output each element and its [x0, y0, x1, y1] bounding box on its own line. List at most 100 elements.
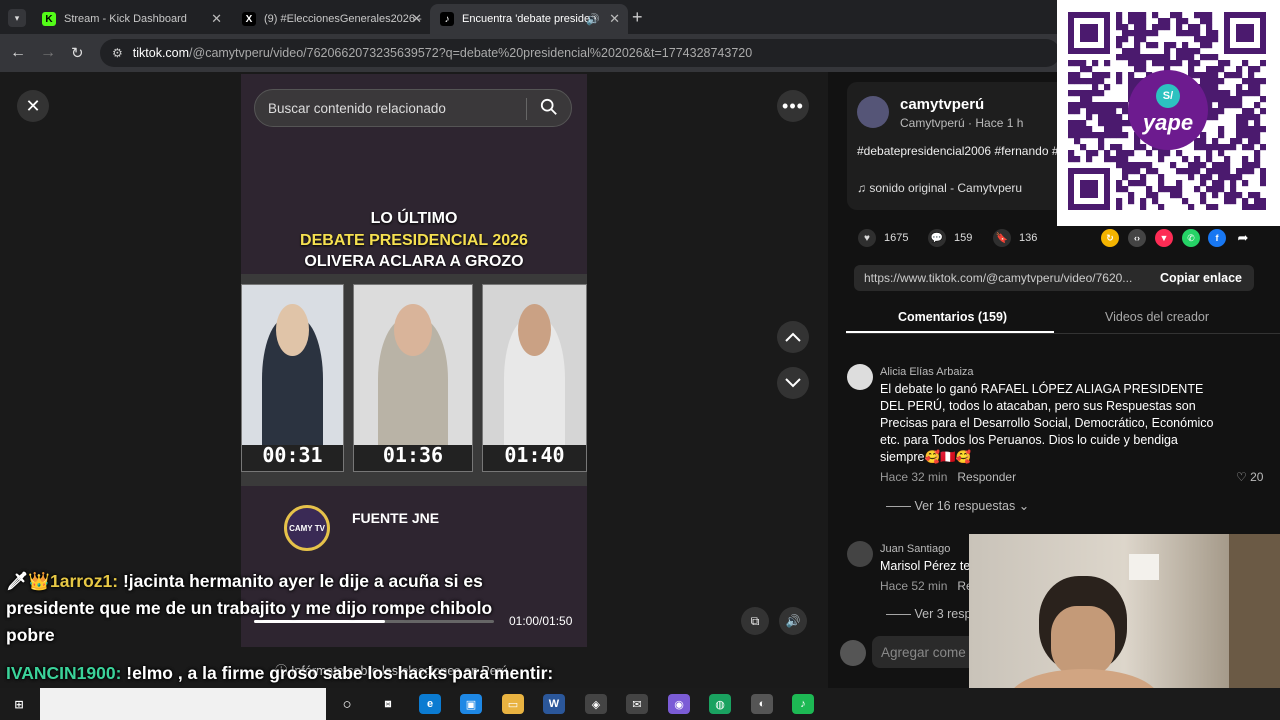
comment-icon: 💬 — [928, 229, 946, 247]
creator-name[interactable]: camytvperú — [900, 96, 984, 113]
back-arrow-icon[interactable]: ← — [10, 44, 26, 62]
view-replies-button[interactable]: —— Ver 3 resp — [886, 607, 971, 621]
new-tab-button[interactable]: + — [632, 7, 643, 28]
creator-subtitle: Camytvperú · Hace 1 h — [900, 116, 1024, 130]
comment-meta: Hace 52 min Re — [880, 579, 973, 593]
comment-count: 159 — [954, 232, 973, 244]
browser-tab-kick[interactable]: K Stream - Kick Dashboard ✕ — [32, 4, 230, 34]
forward-arrow-icon[interactable]: → — [40, 44, 56, 62]
tab-title: (9) #EleccionesGenerales2026 - — [264, 13, 422, 25]
send-icon[interactable]: ▼ — [1155, 229, 1173, 247]
next-video-button[interactable] — [777, 367, 809, 399]
search-icon[interactable] — [540, 98, 558, 116]
yape-badge-label: S/ — [1156, 84, 1180, 108]
file-explorer-icon[interactable]: ▭ — [502, 694, 524, 714]
word-icon[interactable]: W — [543, 694, 565, 714]
sound-label: sonido original - Camytvperu — [869, 181, 1023, 195]
picture-in-picture-icon[interactable]: ⧉ — [741, 607, 769, 635]
creator-avatar[interactable] — [857, 96, 889, 128]
spotify-icon[interactable]: ♪ — [792, 694, 814, 714]
save-count: 136 — [1019, 232, 1038, 244]
active-tab-indicator — [846, 331, 1054, 333]
store-icon[interactable]: ▣ — [460, 694, 482, 714]
close-tab-icon[interactable]: ✕ — [609, 11, 620, 27]
browser-tab-x[interactable]: X (9) #EleccionesGenerales2026 - ✕ — [232, 4, 430, 34]
like-button[interactable]: ♥ 1675 — [858, 229, 908, 247]
reply-button[interactable]: Responder — [957, 470, 1016, 484]
task-view-icon[interactable]: ⧈ — [377, 694, 399, 714]
heart-icon: ♥ — [858, 229, 876, 247]
close-tab-icon[interactable]: ✕ — [411, 11, 422, 27]
chevron-down-icon — [785, 378, 801, 388]
whatsapp-icon[interactable]: ✆ — [1182, 229, 1200, 247]
heart-outline-icon: ♡ — [1236, 470, 1251, 484]
bookmark-icon: 🔖 — [993, 229, 1011, 247]
cortana-icon[interactable]: ○ — [336, 694, 358, 714]
search-divider — [526, 98, 527, 120]
facebook-icon[interactable]: f — [1208, 229, 1226, 247]
tab-title: Stream - Kick Dashboard — [64, 13, 187, 25]
repost-icon[interactable]: ↻ — [1101, 229, 1119, 247]
chrome-icon[interactable]: ◍ — [709, 694, 731, 714]
x-icon: X — [242, 12, 256, 26]
tiktok-icon: ♪ — [440, 12, 454, 26]
tab-search-menu[interactable]: ▾ — [8, 9, 26, 27]
tab-comments[interactable]: Comentarios (159) — [898, 310, 1007, 324]
comment-text: Marisol Pérez te — [880, 559, 970, 573]
search-placeholder: Buscar contenido relacionado — [268, 100, 446, 116]
more-options-icon[interactable]: ••• — [777, 90, 809, 122]
obs-icon[interactable]: ◐ — [751, 694, 773, 714]
volume-icon[interactable]: 🔊 — [779, 607, 807, 635]
commenter-name[interactable]: Juan Santiago — [880, 543, 950, 555]
reload-icon[interactable]: ↻ — [71, 44, 84, 62]
related-search-input[interactable]: Buscar contenido relacionado — [254, 89, 572, 127]
camy-tv-logo: CAMY TV — [284, 505, 330, 551]
edge-icon[interactable]: e — [419, 694, 441, 714]
speaker-icon[interactable]: 🔊 — [586, 13, 600, 26]
video-title-line3: OLIVERA ACLARA A GROZO — [304, 253, 524, 270]
chat-username: IVANCIN1900: — [6, 663, 122, 683]
share-arrow-icon[interactable]: ➦ — [1234, 229, 1252, 247]
taskbar-search-box[interactable] — [40, 688, 326, 720]
messenger-icon[interactable]: ◉ — [668, 694, 690, 714]
chevron-up-icon — [785, 332, 801, 342]
view-replies-button[interactable]: —— Ver 16 respuestas ⌄ — [886, 498, 1029, 513]
post-sound[interactable]: ♫ sonido original - Camytvperu — [857, 181, 1022, 195]
windows-start-icon[interactable]: ⊞ — [8, 694, 30, 714]
candidate-panel-3: 01:40 — [482, 284, 587, 472]
candidate-panel-1: 00:31 — [241, 284, 344, 472]
like-count: 1675 — [884, 232, 909, 244]
comment-time: Hace 52 min — [880, 579, 948, 593]
comment-like-button[interactable]: ♡ 20 — [1236, 470, 1263, 484]
comment-time: Hace 32 min — [880, 470, 948, 484]
timer-1: 00:31 — [262, 443, 323, 467]
video-frame[interactable]: LO ÚLTIMO DEBATE PRESIDENCIAL 2026 OLIVE… — [241, 74, 587, 647]
video-time: 01:00/01:50 — [509, 614, 573, 628]
post-hashtags[interactable]: #debatepresidencial2006 #fernando #notic… — [857, 143, 1057, 159]
timer-3: 01:40 — [504, 443, 565, 467]
commenter-avatar[interactable] — [847, 364, 873, 390]
close-icon[interactable]: ✕ — [17, 90, 49, 122]
commenter-name[interactable]: Alicia Elías Arbaiza — [880, 366, 974, 378]
commenter-avatar[interactable] — [847, 541, 873, 567]
previous-video-button[interactable] — [777, 321, 809, 353]
site-info-icon[interactable]: ⚙ — [112, 46, 123, 60]
video-source-label: FUENTE JNE — [352, 510, 440, 526]
chat-username: 1arroz1: — [50, 571, 119, 591]
comment-meta: Hace 32 min Responder — [880, 470, 1016, 484]
comment-button[interactable]: 💬 159 — [928, 229, 972, 247]
video-title-line1: LO ÚLTIMO — [370, 210, 458, 227]
app-icon[interactable]: ◈ — [585, 694, 607, 714]
chat-message-1: 🗡👑1arroz1: !jacinta hermanito ayer le di… — [6, 568, 506, 649]
close-tab-icon[interactable]: ✕ — [211, 11, 222, 27]
copy-link-button[interactable]: Copiar enlace — [1148, 265, 1254, 291]
embed-icon[interactable]: ‹› — [1128, 229, 1146, 247]
mail-icon[interactable]: ✉ — [626, 694, 648, 714]
tab-title: Encuentra 'debate presiden — [462, 13, 597, 25]
tabs-divider — [846, 333, 1280, 334]
tab-creator-videos[interactable]: Videos del creador — [1105, 310, 1209, 324]
yape-logo: S/ yape — [1128, 70, 1208, 150]
save-button[interactable]: 🔖 136 — [993, 229, 1037, 247]
address-bar[interactable]: ⚙ tiktok.com/@camytvperu/video/762066207… — [100, 39, 1060, 67]
browser-tab-tiktok[interactable]: ♪ Encuentra 'debate presiden 🔊 ✕ — [430, 4, 628, 34]
